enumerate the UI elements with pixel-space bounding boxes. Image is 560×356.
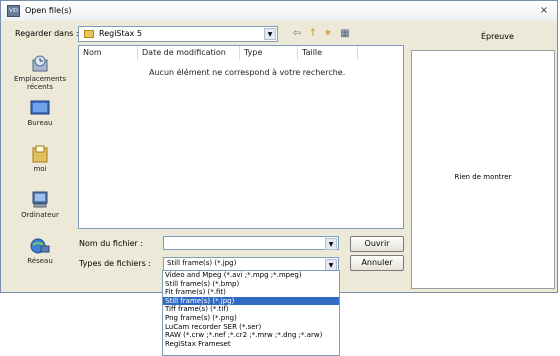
- place-label: Bureau: [27, 119, 53, 127]
- place-label: Emplacements récents: [13, 75, 67, 91]
- network-icon: [30, 238, 50, 254]
- place-label: Ordinateur: [21, 211, 59, 219]
- place-user[interactable]: moi: [9, 145, 71, 173]
- cancel-button[interactable]: Annuler: [350, 255, 404, 271]
- preview-pane: Rien de montrer: [411, 50, 555, 289]
- empty-message: Aucun élément ne correspond à votre rech…: [149, 68, 346, 77]
- place-desktop[interactable]: Bureau: [9, 99, 71, 127]
- file-type-combo[interactable]: Still frame(s) (*.jpg) ▼: [163, 257, 339, 271]
- look-in-combo[interactable]: RegiStax 5 ▼: [78, 26, 278, 42]
- dropdown-option[interactable]: Tiff frame(s) (*.tif): [163, 305, 339, 314]
- folder-icon: [84, 30, 94, 38]
- file-type-dropdown-list: Video and Mpeg (*.avi ;*.mpg ;*.mpeg) St…: [162, 270, 340, 356]
- recent-places-icon: [32, 55, 48, 72]
- window-title: Open file(s): [25, 6, 72, 15]
- dropdown-option[interactable]: LuCam recorder SER (*.ser): [163, 323, 339, 332]
- dropdown-option[interactable]: RegiStax Frameset: [163, 340, 339, 349]
- dropdown-option[interactable]: Still frame(s) (*.bmp): [163, 280, 339, 289]
- dropdown-option[interactable]: RAW (*.crw ;*.nef ;*.cr2 ;*.mrw ;*.dng ;…: [163, 331, 339, 340]
- desktop-icon: [30, 100, 50, 115]
- chevron-down-icon[interactable]: ▼: [325, 238, 337, 250]
- dropdown-option[interactable]: Png frame(s) (*.png): [163, 314, 339, 323]
- dropdown-option[interactable]: Video and Mpeg (*.avi ;*.mpg ;*.mpeg): [163, 271, 339, 280]
- place-network[interactable]: Réseau: [9, 237, 71, 265]
- computer-icon: [32, 191, 48, 208]
- file-name-input[interactable]: ▼: [163, 236, 339, 250]
- place-label: moi: [33, 165, 47, 173]
- open-button[interactable]: Ouvrir: [350, 236, 404, 252]
- preview-label: Épreuve: [481, 32, 514, 41]
- up-folder-icon[interactable]: ↑: [306, 26, 320, 42]
- dropdown-option[interactable]: Fit frame(s) (*.fit): [163, 288, 339, 297]
- column-header-name[interactable]: Nom: [79, 46, 138, 60]
- new-folder-icon[interactable]: ✶: [321, 26, 335, 42]
- look-in-value: RegiStax 5: [99, 29, 142, 38]
- places-bar: Emplacements récents Bureau moi Ordinate…: [9, 45, 71, 285]
- views-menu-icon[interactable]: ▦: [337, 26, 353, 42]
- column-header-size[interactable]: Taille: [298, 46, 358, 60]
- file-name-label: Nom du fichier :: [79, 239, 144, 248]
- place-recent[interactable]: Emplacements récents: [9, 55, 71, 91]
- preview-message: Rien de montrer: [454, 173, 512, 181]
- title-bar: VID Open file(s) ×: [1, 1, 557, 21]
- file-type-label: Types de fichiers :: [79, 259, 151, 268]
- dropdown-option-selected[interactable]: Still frame(s) (*.jpg): [163, 296, 339, 306]
- place-label: Réseau: [27, 257, 53, 265]
- column-header-date[interactable]: Date de modification: [138, 46, 240, 60]
- column-header-type[interactable]: Type: [240, 46, 298, 60]
- chevron-down-icon[interactable]: ▼: [264, 28, 276, 40]
- look-in-label: Regarder dans :: [15, 29, 79, 38]
- open-file-dialog: VID Open file(s) × Regarder dans : RegiS…: [0, 0, 558, 293]
- close-button[interactable]: ×: [537, 4, 551, 17]
- user-folder-icon: [32, 145, 48, 163]
- app-icon: VID: [7, 5, 20, 17]
- place-computer[interactable]: Ordinateur: [9, 191, 71, 219]
- back-icon[interactable]: ⇦: [290, 26, 304, 42]
- file-type-value: Still frame(s) (*.jpg): [167, 259, 237, 267]
- file-list[interactable]: Nom Date de modification Type Taille Auc…: [78, 45, 404, 229]
